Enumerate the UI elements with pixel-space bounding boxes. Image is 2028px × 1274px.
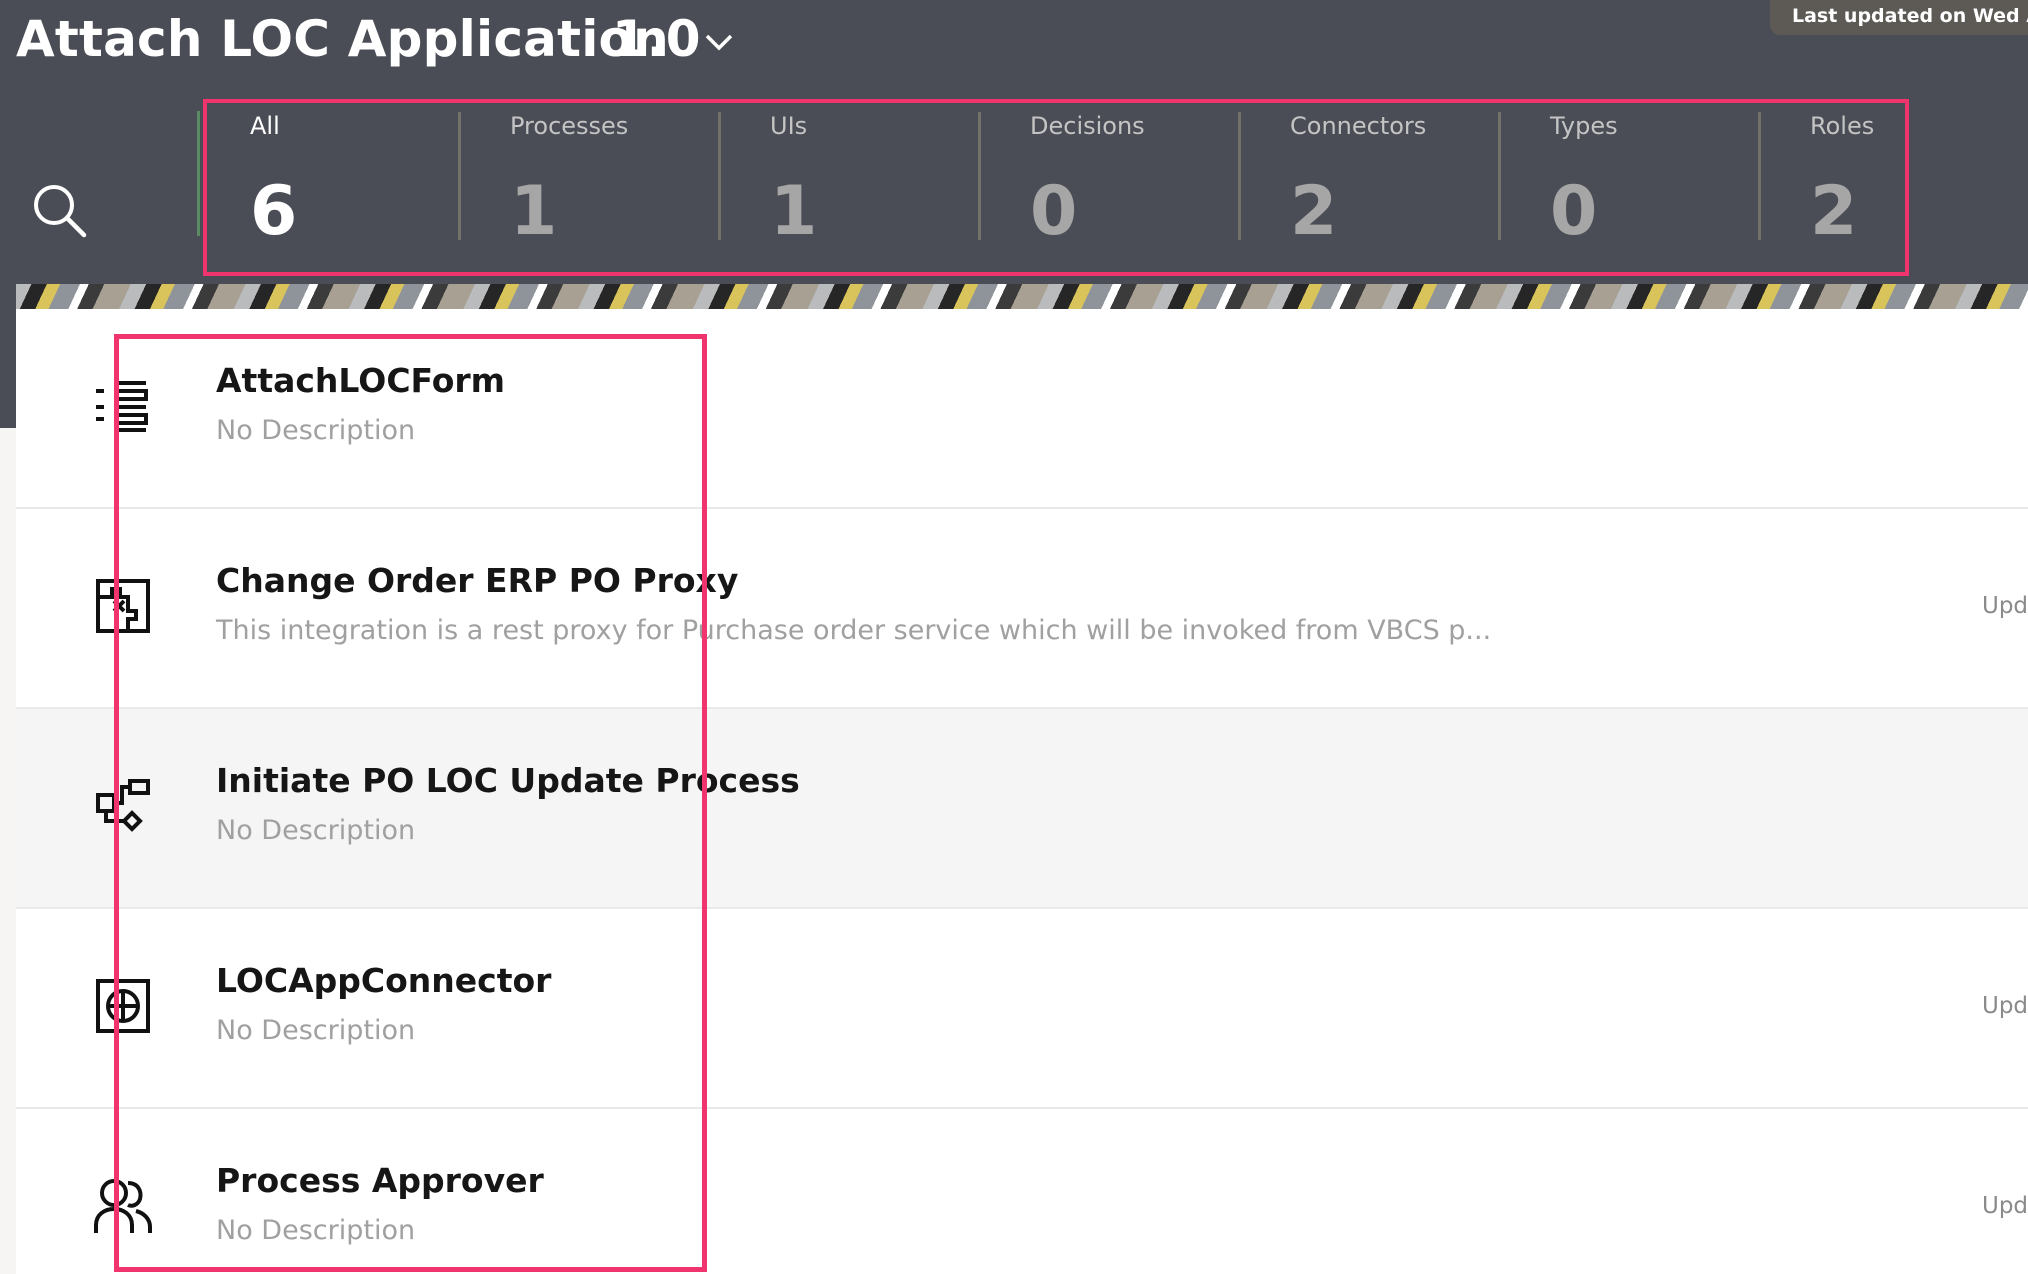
- tab-divider: [1758, 112, 1761, 240]
- tab-divider: [1498, 112, 1501, 240]
- tab-types[interactable]: Types 0: [1550, 100, 1810, 276]
- tab-label: Connectors: [1290, 112, 1427, 140]
- tab-divider: [718, 112, 721, 240]
- tab-label: Processes: [510, 112, 629, 140]
- item-name: Process Approver: [216, 1161, 544, 1200]
- tab-count: 6: [250, 172, 298, 251]
- tab-label: Types: [1550, 112, 1618, 140]
- tab-count: 2: [1810, 172, 1858, 251]
- list-item[interactable]: Initiate PO LOC Update Process No Descri…: [16, 709, 2028, 909]
- version-selector[interactable]: 1.0: [612, 10, 701, 68]
- item-updated: Upd: [1982, 1193, 2028, 1219]
- item-updated: Upd: [1982, 593, 2028, 619]
- list-item[interactable]: AttachLOCForm No Description: [16, 309, 2028, 509]
- integration-icon: [96, 579, 150, 633]
- tab-divider: [458, 112, 461, 240]
- item-name: Initiate PO LOC Update Process: [216, 761, 800, 800]
- item-description: No Description: [216, 1015, 416, 1046]
- decorative-banner: [16, 284, 2028, 309]
- tab-connectors[interactable]: Connectors 2: [1290, 100, 1550, 276]
- tab-label: All: [250, 112, 280, 140]
- tab-count: 0: [1030, 172, 1078, 251]
- list-item[interactable]: Process Approver No Description Upd: [16, 1109, 2028, 1274]
- tab-count: 2: [1290, 172, 1338, 251]
- item-description: No Description: [216, 1215, 416, 1246]
- chevron-down-icon[interactable]: [703, 30, 735, 54]
- search-icon[interactable]: [32, 183, 88, 239]
- item-name: Change Order ERP PO Proxy: [216, 561, 739, 600]
- tab-roles[interactable]: Roles 2: [1810, 100, 2028, 276]
- tab-count: 0: [1550, 172, 1598, 251]
- tab-all[interactable]: All 6: [250, 100, 510, 276]
- filter-tabs: All 6 Processes 1 UIs 1 Decisions 0 Conn…: [200, 100, 1904, 276]
- item-updated: Upd: [1982, 993, 2028, 1019]
- list-item[interactable]: LOCAppConnector No Description Upd: [16, 909, 2028, 1109]
- tab-label: UIs: [770, 112, 808, 140]
- tab-decisions[interactable]: Decisions 0: [1030, 100, 1290, 276]
- role-icon: [94, 1179, 152, 1233]
- tab-divider: [1238, 112, 1241, 240]
- last-updated-badge: Last updated on Wed Aug: [1770, 0, 2028, 35]
- tab-label: Roles: [1810, 112, 1875, 140]
- tab-divider: [978, 112, 981, 240]
- tab-label: Decisions: [1030, 112, 1145, 140]
- process-icon: [96, 779, 150, 832]
- tab-count: 1: [510, 172, 558, 251]
- list-item[interactable]: Change Order ERP PO Proxy This integrati…: [16, 509, 2028, 709]
- item-name: LOCAppConnector: [216, 961, 552, 1000]
- item-description: This integration is a rest proxy for Pur…: [216, 615, 1492, 646]
- item-description: No Description: [216, 815, 416, 846]
- form-icon: [96, 381, 148, 432]
- artifact-list: AttachLOCForm No Description Change Orde…: [16, 309, 2028, 1274]
- tab-processes[interactable]: Processes 1: [510, 100, 770, 276]
- connector-icon: [96, 979, 150, 1033]
- item-description: No Description: [216, 415, 416, 446]
- tab-count: 1: [770, 172, 818, 251]
- app-title: Attach LOC Application: [16, 10, 669, 68]
- tab-uis[interactable]: UIs 1: [770, 100, 1030, 276]
- item-name: AttachLOCForm: [216, 361, 506, 400]
